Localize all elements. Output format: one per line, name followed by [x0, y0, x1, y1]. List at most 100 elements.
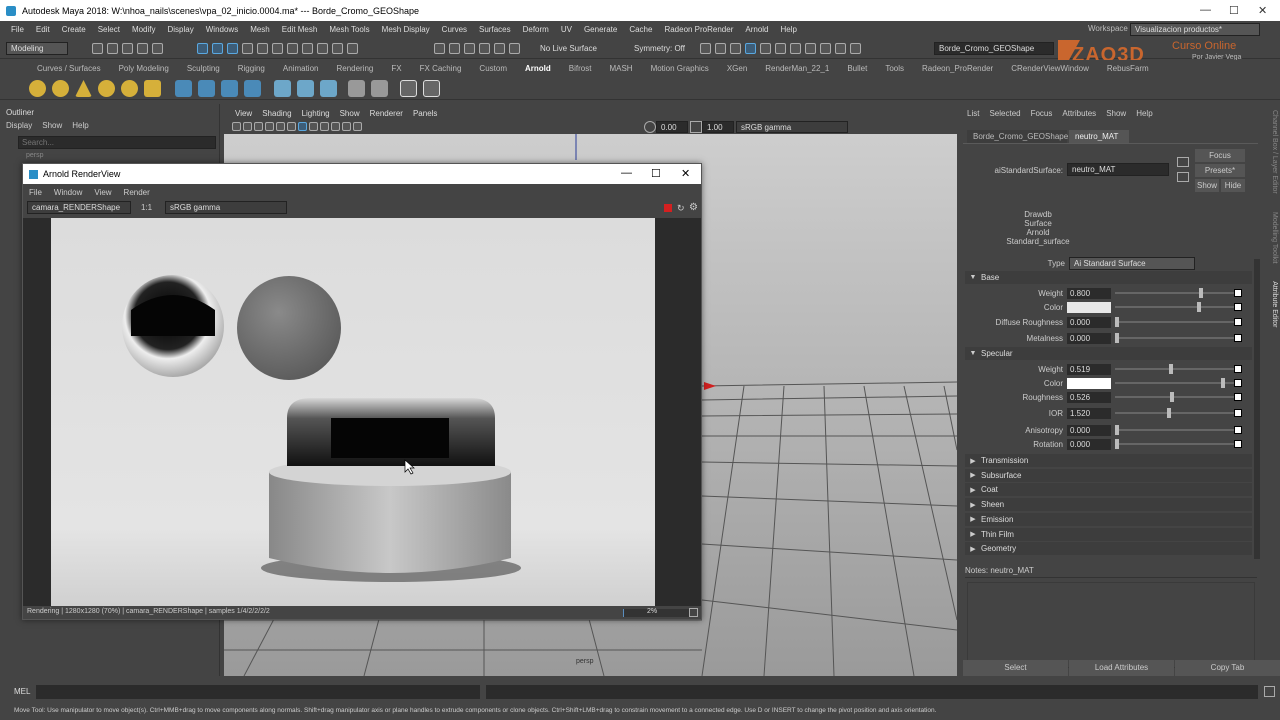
specular-color-swatch[interactable]: [1067, 377, 1111, 389]
pause-icon[interactable]: [850, 43, 861, 54]
close-icon[interactable]: ✕: [681, 167, 690, 180]
volume-shader-icon[interactable]: [244, 80, 261, 97]
symmetry-dropdown[interactable]: Symmetry: Off: [634, 44, 685, 53]
shelf-tab-radeon-prorender[interactable]: Radeon_ProRender: [913, 64, 1002, 73]
section-transmission[interactable]: ▶ Transmission: [965, 454, 1252, 467]
shelf-tab-poly-modeling[interactable]: Poly Modeling: [110, 64, 178, 73]
map-button-icon[interactable]: [1234, 289, 1242, 297]
grid-toggle-icon[interactable]: [265, 122, 274, 131]
select-object-icon[interactable]: [212, 43, 223, 54]
shelf-tab-motion-graphics[interactable]: Motion Graphics: [642, 64, 718, 73]
shelf-tab-bullet[interactable]: Bullet: [838, 64, 876, 73]
menu-item-radeon-prorender[interactable]: Radeon ProRender: [658, 25, 739, 34]
base-color-slider[interactable]: [1115, 302, 1235, 312]
curve-collector-icon[interactable]: [297, 80, 314, 97]
shelf-tab-tools[interactable]: Tools: [876, 64, 913, 73]
menu-item-select[interactable]: Select: [92, 25, 126, 34]
metalness-field[interactable]: 0.000: [1067, 332, 1111, 344]
maximize-icon[interactable]: ☐: [651, 167, 661, 180]
outliner-search-input[interactable]: [18, 136, 216, 149]
shelf-tab-bifrost[interactable]: Bifrost: [560, 64, 601, 73]
command-line-input[interactable]: [36, 685, 480, 699]
section-thin-film[interactable]: ▶ Thin Film: [965, 527, 1252, 541]
open-scene-icon[interactable]: [107, 43, 118, 54]
specular-ior-slider[interactable]: [1115, 408, 1235, 418]
shelf-tab-custom[interactable]: Custom: [470, 64, 516, 73]
viewport-menu-panels[interactable]: Panels: [408, 109, 442, 118]
mesh-light-icon[interactable]: [121, 80, 138, 97]
node-name-field[interactable]: neutro_MAT: [1067, 163, 1169, 176]
section-geometry[interactable]: ▶ Geometry: [965, 542, 1252, 556]
spot-light-icon[interactable]: [75, 80, 92, 97]
shelf-tab-rigging[interactable]: Rigging: [229, 64, 274, 73]
specular-ior-field[interactable]: 1.520: [1067, 407, 1111, 419]
viewport-menu-renderer[interactable]: Renderer: [365, 109, 408, 118]
slider-knob[interactable]: [1115, 333, 1119, 343]
show-button[interactable]: Show: [1195, 179, 1219, 192]
menu-item-generate[interactable]: Generate: [578, 25, 623, 34]
new-scene-icon[interactable]: [92, 43, 103, 54]
shelf-tab-curves-surfaces[interactable]: Curves / Surfaces: [28, 64, 110, 73]
shelf-tab-rebusfarm[interactable]: RebusFarm: [1098, 64, 1158, 73]
section-coat[interactable]: ▶ Coat: [965, 483, 1252, 497]
menu-item-uv[interactable]: UV: [555, 25, 578, 34]
render-settings-icon[interactable]: [760, 43, 771, 54]
map-button-icon[interactable]: [1234, 393, 1242, 401]
slider-knob[interactable]: [1115, 439, 1119, 449]
area-light-icon[interactable]: [29, 80, 46, 97]
output-connection-icon[interactable]: [1177, 172, 1189, 182]
ae-menu-focus[interactable]: Focus: [1031, 109, 1053, 118]
close-icon[interactable]: ✕: [1258, 4, 1267, 17]
map-button-icon[interactable]: [1234, 379, 1242, 387]
ae-menu-attributes[interactable]: Attributes: [1062, 109, 1096, 118]
volume-icon[interactable]: [320, 80, 337, 97]
exposure-field[interactable]: 0.00: [656, 121, 688, 133]
rv-log-icon[interactable]: [689, 608, 698, 617]
viewport-menu-shading[interactable]: Shading: [257, 109, 296, 118]
mask-icon[interactable]: [347, 43, 358, 54]
diffuse-roughness-field[interactable]: 0.000: [1067, 316, 1111, 328]
gear-icon[interactable]: ⚙: [689, 202, 698, 213]
outliner-item[interactable]: persp: [26, 152, 44, 159]
rv-menu-file[interactable]: File: [29, 188, 42, 197]
viewport-menu-show[interactable]: Show: [335, 109, 365, 118]
metalness-slider[interactable]: [1115, 333, 1235, 343]
slider-knob[interactable]: [1115, 425, 1119, 435]
outliner-menu-display[interactable]: Display: [6, 121, 32, 130]
input-ops-icon[interactable]: [700, 43, 711, 54]
photometric-light-icon[interactable]: [144, 80, 161, 97]
rv-colorspace-dropdown[interactable]: sRGB gamma: [165, 201, 287, 214]
mask-icon[interactable]: [302, 43, 313, 54]
rotation-field[interactable]: 0.000: [1067, 438, 1111, 450]
script-editor-icon[interactable]: [1264, 686, 1275, 697]
menu-item-modify[interactable]: Modify: [126, 25, 162, 34]
wireframe-icon[interactable]: [276, 122, 285, 131]
menu-item-edit-mesh[interactable]: Edit Mesh: [276, 25, 324, 34]
rv-ratio[interactable]: 1:1: [141, 203, 152, 212]
shadows-icon[interactable]: [320, 122, 329, 131]
menu-item-file[interactable]: File: [5, 25, 30, 34]
diffuse-roughness-slider[interactable]: [1115, 317, 1235, 327]
viewport-menu-lighting[interactable]: Lighting: [297, 109, 335, 118]
flat-shader-icon[interactable]: [198, 80, 215, 97]
base-weight-slider[interactable]: [1115, 288, 1235, 298]
redo-icon[interactable]: [152, 43, 163, 54]
rotation-slider[interactable]: [1115, 439, 1235, 449]
tx-manager-icon[interactable]: [371, 80, 388, 97]
live-surface-label[interactable]: No Live Surface: [540, 44, 597, 53]
stand-in-icon[interactable]: [274, 80, 291, 97]
select-camera-icon[interactable]: [232, 122, 241, 131]
menu-item-mesh-display[interactable]: Mesh Display: [376, 25, 436, 34]
map-button-icon[interactable]: [1234, 334, 1242, 342]
menu-item-mesh[interactable]: Mesh: [244, 25, 276, 34]
ae-menu-selected[interactable]: Selected: [989, 109, 1020, 118]
shelf-tab-sculpting[interactable]: Sculpting: [178, 64, 229, 73]
outliner-menu-show[interactable]: Show: [42, 121, 62, 130]
specular-weight-field[interactable]: 0.519: [1067, 363, 1111, 375]
lock-icon[interactable]: [332, 43, 343, 54]
menu-item-arnold[interactable]: Arnold: [739, 25, 774, 34]
map-button-icon[interactable]: [1234, 318, 1242, 326]
mask-icon[interactable]: [317, 43, 328, 54]
standard-surface-icon[interactable]: [175, 80, 192, 97]
isolate-icon[interactable]: [342, 122, 351, 131]
